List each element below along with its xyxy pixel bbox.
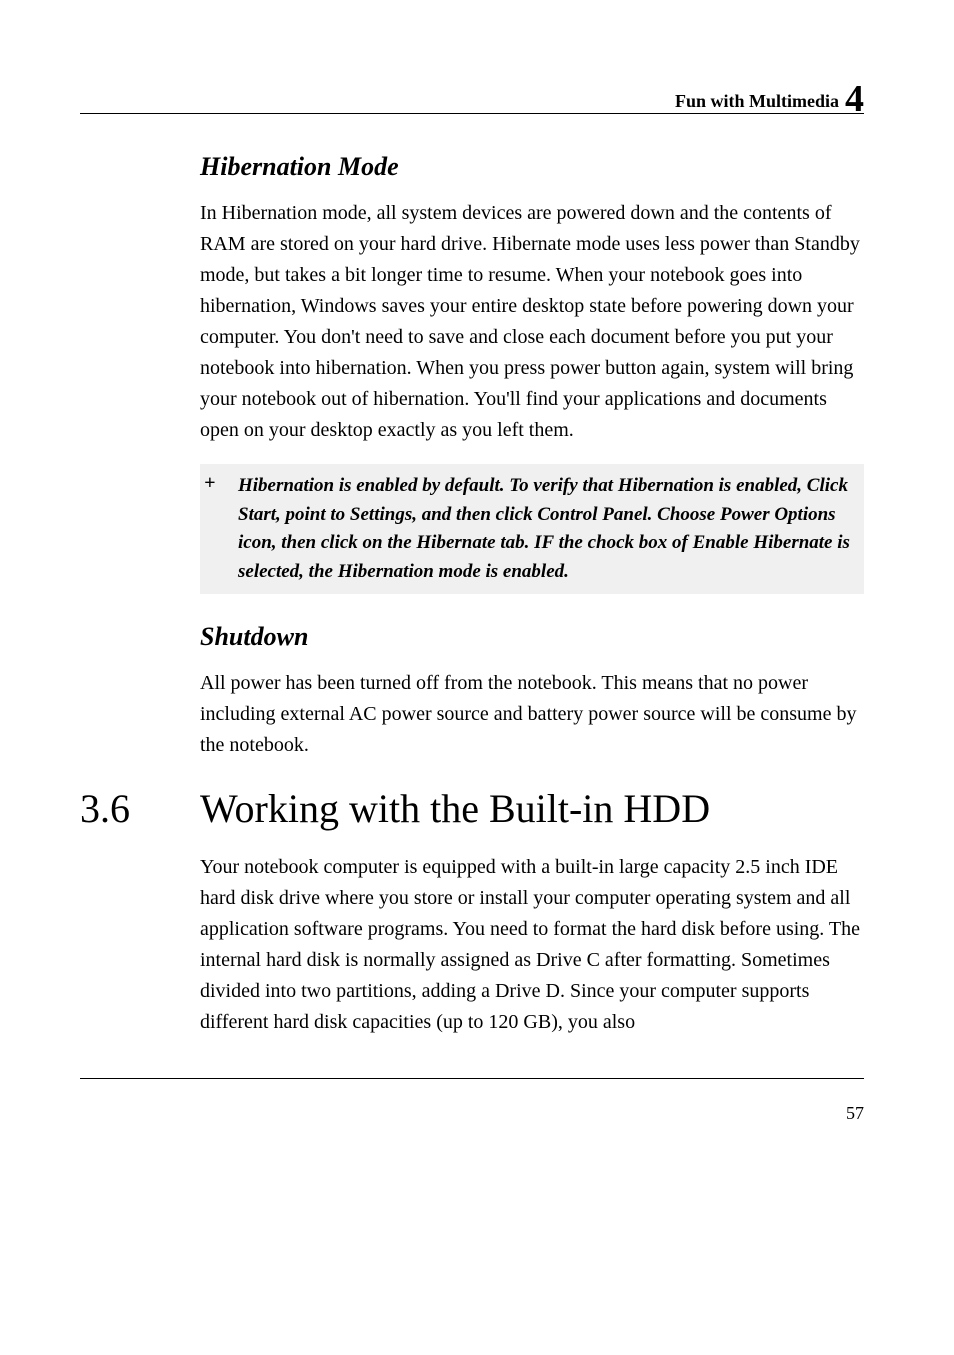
note-bold-4: Hibernate tab. <box>416 532 529 553</box>
page: Fun with Multimedia 4 Hibernation Mode I… <box>0 0 954 1184</box>
subheading-shutdown: Shutdown <box>200 622 864 652</box>
paragraph-hdd: Your notebook computer is equipped with … <box>200 852 864 1038</box>
section-heading-row: 3.6 Working with the Built-in HDD <box>80 785 864 832</box>
page-header: Fun with Multimedia 4 <box>80 80 864 114</box>
note-seg-2: and then click <box>417 504 537 525</box>
section-title: Working with the Built-in HDD <box>200 785 710 832</box>
subheading-hibernation: Hibernation Mode <box>200 152 864 182</box>
section-number: 3.6 <box>80 785 200 832</box>
note-text: Hibernation is enabled by default. To ve… <box>238 472 862 586</box>
header-chapter-title: Fun with Multimedia <box>675 91 839 112</box>
page-footer: 57 <box>80 1078 864 1124</box>
note-seg-4: icon, then click on the <box>238 532 416 553</box>
note-bold-3: Power Options <box>720 504 836 525</box>
page-number: 57 <box>846 1103 864 1123</box>
paragraph-hibernation: In Hibernation mode, all system devices … <box>200 198 864 446</box>
paragraph-shutdown: All power has been turned off from the n… <box>200 668 864 761</box>
content-block-1: Hibernation Mode In Hibernation mode, al… <box>200 152 864 761</box>
header-chapter-number: 4 <box>845 84 864 114</box>
content-block-2: Your notebook computer is equipped with … <box>200 852 864 1038</box>
note-callout: + Hibernation is enabled by default. To … <box>200 464 864 594</box>
note-marker-icon: + <box>202 472 238 495</box>
note-seg-3: Choose <box>652 504 720 525</box>
note-row: + Hibernation is enabled by default. To … <box>202 472 862 586</box>
note-bold-2: Control Panel. <box>537 504 652 525</box>
note-bold-1: Settings, <box>350 504 417 525</box>
